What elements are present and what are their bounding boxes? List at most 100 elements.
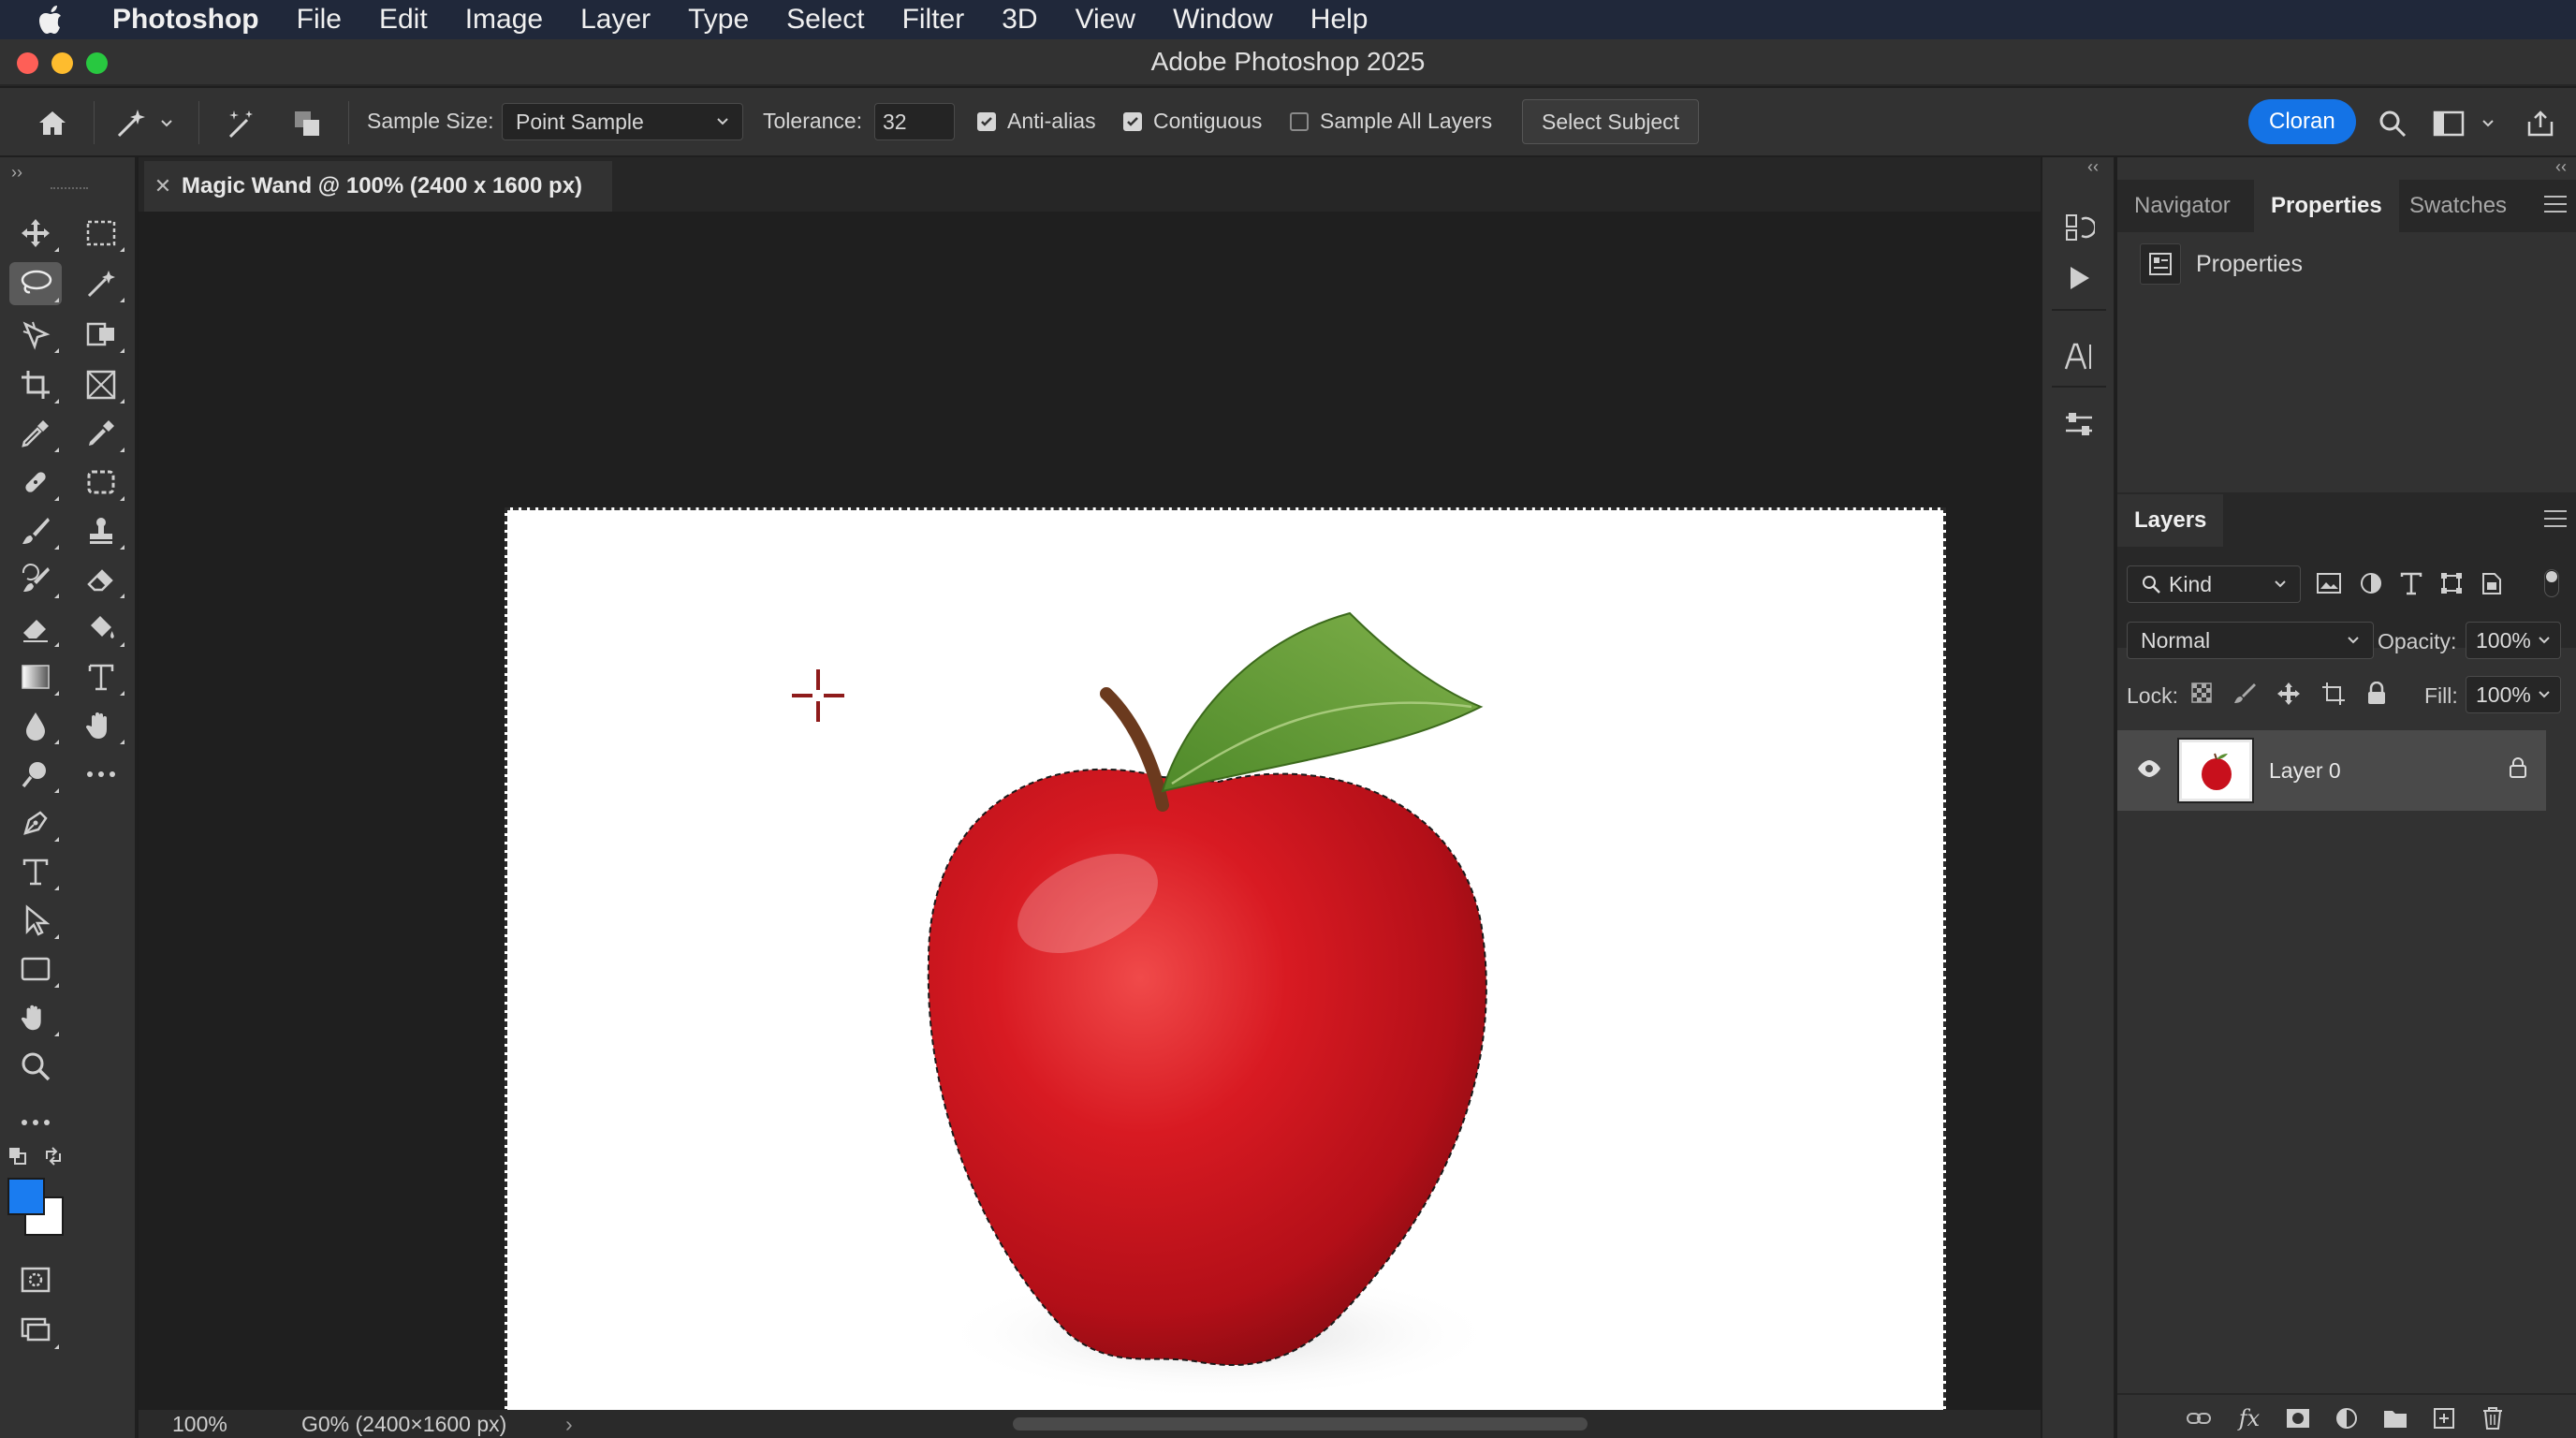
marquee-tool-icon[interactable] (75, 212, 127, 255)
tab-navigator[interactable]: Navigator (2117, 180, 2247, 232)
more-tools-alt-icon[interactable] (75, 753, 127, 796)
expand-toolbar-icon[interactable]: ›› (11, 163, 22, 183)
layer-styles-fx-icon[interactable]: fx (2235, 1404, 2263, 1432)
blur-tool-icon[interactable] (9, 704, 62, 747)
hand-tool-icon[interactable] (9, 996, 62, 1039)
crop-tool-icon[interactable] (9, 363, 62, 406)
type-tool-alt-icon[interactable] (75, 655, 127, 698)
zoom-tool-icon[interactable] (9, 1045, 62, 1088)
close-tab-icon[interactable]: ✕ (144, 174, 182, 198)
menu-app-name[interactable]: Photoshop (112, 4, 259, 36)
rectangle-tool-icon[interactable] (9, 947, 62, 990)
filter-toggle[interactable] (2544, 569, 2559, 597)
document-canvas[interactable] (505, 507, 1946, 1438)
move-tool-icon[interactable] (9, 212, 62, 255)
menu-edit[interactable]: Edit (379, 4, 428, 36)
collapse-panels-icon[interactable]: ‹‹ (2555, 157, 2567, 177)
panel-menu-icon[interactable] (2544, 193, 2567, 215)
lock-pixels-icon[interactable] (2233, 682, 2256, 711)
chevron-right-icon[interactable]: › (565, 1412, 573, 1437)
contiguous-checkbox[interactable]: Contiguous (1123, 109, 1262, 134)
history-brush-icon[interactable] (9, 558, 62, 601)
tab-properties[interactable]: Properties (2254, 180, 2399, 232)
minimize-window-button[interactable] (51, 52, 73, 74)
collapse-dock-icon[interactable]: ‹‹ (2087, 157, 2099, 177)
share-button[interactable]: Cloran (2248, 99, 2356, 144)
menu-window[interactable]: Window (1173, 4, 1273, 36)
opacity-input[interactable]: 100% (2466, 622, 2561, 659)
layers-panel-menu-icon[interactable] (2544, 507, 2567, 530)
new-group-folder-icon[interactable] (2381, 1404, 2409, 1432)
eraser-tool-icon[interactable] (75, 558, 127, 601)
object-select-icon[interactable] (9, 313, 62, 356)
pen-tool-icon[interactable] (9, 801, 62, 844)
magic-wand-icon[interactable] (225, 107, 258, 140)
lock-artboard-icon[interactable] (2321, 682, 2346, 711)
home-icon[interactable] (36, 107, 69, 140)
new-adjustment-layer-icon[interactable] (2333, 1404, 2361, 1432)
menu-file[interactable]: File (297, 4, 342, 36)
eye-visibility-icon[interactable] (2136, 758, 2162, 784)
zoom-window-button[interactable] (86, 52, 108, 74)
menu-image[interactable]: Image (465, 4, 543, 36)
hand-tool-alt-icon[interactable] (75, 704, 127, 747)
sample-all-layers-checkbox[interactable]: Sample All Layers (1290, 109, 1492, 134)
background-eraser-icon[interactable] (9, 607, 62, 650)
share-export-icon[interactable] (2524, 107, 2557, 140)
lasso-tool-icon[interactable] (9, 262, 62, 305)
add-mask-icon[interactable] (2284, 1404, 2312, 1432)
anti-alias-checkbox[interactable]: Anti-alias (977, 109, 1096, 134)
lock-transparent-icon[interactable] (2190, 682, 2213, 711)
menu-select[interactable]: Select (786, 4, 864, 36)
default-colors-icon[interactable] (4, 1142, 32, 1170)
path-selection-icon[interactable] (9, 899, 62, 942)
menu-view[interactable]: View (1076, 4, 1135, 36)
menu-help[interactable]: Help (1310, 4, 1368, 36)
new-layer-icon[interactable] (2430, 1404, 2458, 1432)
close-window-button[interactable] (17, 52, 38, 74)
filter-type-icon[interactable] (2400, 571, 2422, 600)
document-tab[interactable]: ✕ Magic Wand @ 100% (2400 x 1600 px) (144, 161, 612, 212)
search-icon[interactable] (2376, 107, 2409, 140)
filter-smart-object-icon[interactable] (2481, 571, 2503, 600)
filter-pixel-icon[interactable] (2316, 571, 2342, 600)
chevron-down-icon[interactable] (2479, 107, 2497, 140)
magic-wand-tool-icon[interactable] (75, 262, 127, 305)
horizontal-scrollbar[interactable] (1013, 1417, 1588, 1431)
document-info[interactable]: G0% (2400×1600 px) (301, 1412, 506, 1437)
delete-layer-trash-icon[interactable] (2479, 1404, 2507, 1432)
quick-mask-icon[interactable] (9, 1258, 62, 1301)
filter-adjustment-icon[interactable] (2359, 571, 2383, 600)
layer-row[interactable]: Layer 0 (2117, 730, 2546, 811)
lock-position-icon[interactable] (2276, 682, 2301, 711)
foreground-color-swatch[interactable] (7, 1178, 45, 1215)
tab-layers[interactable]: Layers (2117, 494, 2224, 547)
blend-mode-select[interactable]: Normal (2127, 622, 2374, 659)
tab-swatches[interactable]: Swatches (2393, 180, 2524, 232)
lock-all-icon[interactable] (2366, 681, 2387, 711)
adjustments-panel-icon[interactable] (2057, 403, 2100, 446)
brush-tool-icon[interactable] (9, 509, 62, 552)
menu-layer[interactable]: Layer (580, 4, 651, 36)
tolerance-input[interactable]: 32 (874, 103, 955, 140)
history-panel-icon[interactable] (2057, 206, 2100, 249)
type-tool-icon[interactable] (9, 850, 62, 893)
toolbar-grip[interactable] (51, 187, 88, 191)
character-panel-icon[interactable] (2057, 335, 2100, 378)
paint-bucket-icon[interactable] (75, 607, 127, 650)
menu-filter[interactable]: Filter (902, 4, 965, 36)
eyedropper-alt-icon[interactable] (75, 412, 127, 455)
layer-filter-select[interactable]: Kind (2127, 565, 2301, 603)
filter-shape-icon[interactable] (2439, 571, 2464, 600)
eyedropper-tool-icon[interactable] (9, 412, 62, 455)
selection-mode-icon[interactable] (290, 107, 324, 140)
layer-lock-icon[interactable] (2509, 756, 2527, 784)
chevron-down-icon[interactable] (157, 107, 176, 140)
gradient-tool-icon[interactable] (9, 655, 62, 698)
swap-colors-icon[interactable] (39, 1142, 67, 1170)
remove-tool-icon[interactable] (75, 461, 127, 504)
edit-toolbar-icon[interactable] (9, 1101, 62, 1144)
select-subject-button[interactable]: Select Subject (1522, 99, 1700, 144)
magic-wand-preset-icon[interactable] (114, 107, 148, 140)
dodge-tool-icon[interactable] (9, 753, 62, 796)
